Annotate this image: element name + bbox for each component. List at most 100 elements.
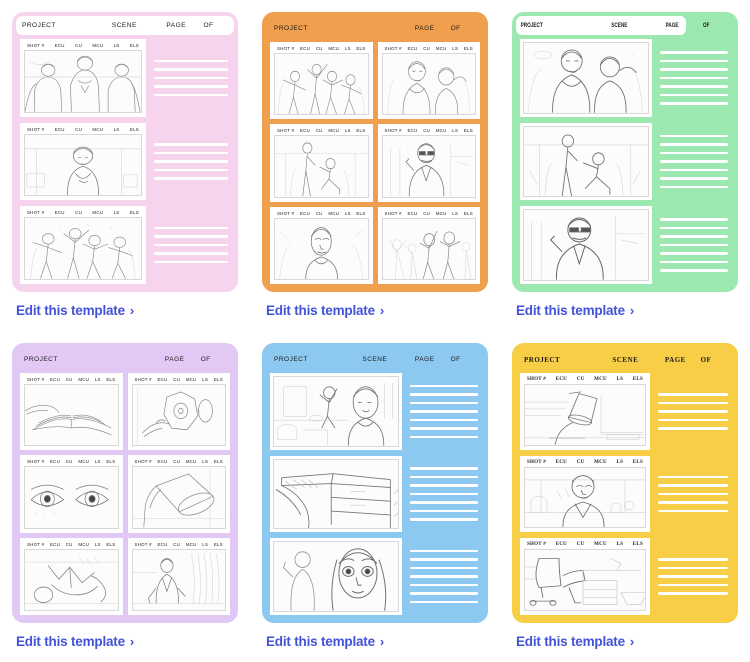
edit-template-link-green[interactable]: Edit this template ›	[512, 303, 738, 318]
edit-template-link-pink[interactable]: Edit this template ›	[12, 303, 238, 318]
shot-label: ELS	[356, 210, 366, 216]
shot-label: CU	[173, 459, 181, 465]
shot-label: LS	[616, 377, 624, 382]
shot-label: ECU	[407, 46, 418, 51]
shot-label: LS	[94, 541, 101, 547]
shot-label: LS	[616, 542, 624, 548]
storyboard-row: SHOT # ECU CU MCU LS ELS	[20, 206, 230, 285]
shot-label: MCU	[594, 542, 607, 548]
shot-label-strip: SHOT # ECU CU MCU LS ELS	[274, 210, 369, 218]
shot-label: MCU	[328, 46, 340, 51]
shot-label: MCU	[185, 459, 197, 465]
storyboard-row: SHOT # ECU CU MCU LS ELS	[520, 455, 730, 533]
shot-label: CU	[75, 126, 82, 132]
shot-label: CU	[576, 377, 585, 382]
shot-label: MCU	[78, 459, 90, 465]
shot-label: LS	[113, 210, 120, 216]
template-preview-orange: PROJECT PAGE OF SHOT # ECU CU MCU LS ELS	[262, 12, 488, 292]
template-card-pink[interactable]: PROJECT SCENE PAGE OF SHOT # ECU CU MCU …	[0, 0, 250, 331]
edit-template-label: Edit this template	[516, 634, 625, 649]
shot-label: ELS	[632, 459, 643, 465]
shot-label-strip: SHOT # ECU CU MCU LS ELS	[24, 376, 119, 384]
storyboard-row	[520, 122, 730, 201]
shot-label-strip: SHOT # ECU CU MCU LS ELS	[524, 541, 646, 549]
shot-label: MCU	[92, 43, 104, 48]
shot-label: ELS	[213, 541, 223, 547]
shot-label: SHOT #	[277, 210, 295, 216]
sketch-dancing-crowd	[24, 217, 142, 281]
header-field-page: PAGE	[164, 356, 185, 363]
storyboard-row	[270, 373, 480, 450]
storyboard-panel: SHOT # ECU CU MCU LS ELS	[270, 42, 373, 120]
shot-label: SHOT #	[27, 126, 45, 132]
notes-lines	[656, 538, 730, 615]
header-field-scene: SCENE	[362, 356, 388, 363]
shot-label: LS	[344, 128, 351, 134]
storyboard-panel: SHOT # ECU CU MCU LS ELS	[520, 455, 650, 533]
shot-label: ELS	[106, 541, 116, 547]
shot-label: CU	[75, 210, 82, 216]
shot-label-strip: SHOT # ECU CU MCU LS ELS	[382, 210, 477, 218]
shot-label: SHOT #	[527, 377, 547, 382]
storyboard-panel	[520, 39, 652, 117]
sheet-body-blue	[270, 373, 480, 616]
storyboard-row	[270, 455, 480, 533]
shot-label: LS	[616, 459, 624, 465]
shot-label: ECU	[54, 43, 65, 48]
shot-label: CU	[315, 128, 323, 134]
shot-label: ELS	[463, 210, 473, 216]
sketch-kitchen-argument	[273, 376, 399, 447]
edit-template-link-yellow[interactable]: Edit this template ›	[512, 634, 738, 649]
edit-template-link-blue[interactable]: Edit this template ›	[262, 634, 488, 649]
storyboard-row	[270, 538, 480, 616]
chevron-right-icon: ›	[629, 634, 635, 649]
shot-label: MCU	[328, 128, 340, 134]
sketch-proposal-kneeling	[274, 135, 369, 198]
shot-label: ELS	[106, 459, 116, 465]
shot-label: CU	[65, 541, 73, 547]
storyboard-panel: SHOT # ECU CU MCU LS ELS	[20, 122, 146, 201]
header-field-scene: SCENE	[611, 22, 628, 29]
template-card-lavender[interactable]: PROJECT PAGE OF SHOT # ECU CU MCU LS ELS	[0, 331, 250, 662]
storyboard-panel	[270, 538, 402, 616]
header-field-of: OF	[200, 356, 211, 363]
template-preview-blue: PROJECT SCENE PAGE OF	[262, 343, 488, 623]
storyboard-panel	[270, 373, 402, 450]
shot-label-strip: SHOT # ECU CU MCU LS ELS	[524, 459, 646, 467]
notes-lines	[408, 538, 480, 615]
sketch-alarm-clock-hand	[131, 384, 226, 447]
header-field-of: OF	[203, 22, 214, 29]
shot-label: SHOT #	[384, 46, 402, 51]
sheet-body-lavender: SHOT # ECU CU MCU LS ELS SHOT # ECU CU M…	[20, 373, 230, 615]
edit-template-label: Edit this template	[266, 303, 375, 318]
shot-label-strip: SHOT # ECU CU MCU LS ELS	[274, 45, 369, 53]
template-card-blue[interactable]: PROJECT SCENE PAGE OF Edit this template…	[250, 331, 500, 662]
edit-template-link-lavender[interactable]: Edit this template ›	[12, 634, 238, 649]
sheet-header-orange: PROJECT PAGE OF	[270, 19, 480, 38]
storyboard-panel: SHOT # ECU CU MCU LS ELS	[377, 42, 480, 120]
shot-label: ECU	[407, 128, 418, 134]
edit-template-link-orange[interactable]: Edit this template ›	[262, 303, 488, 318]
shot-label: MCU	[92, 210, 104, 216]
shot-label: ELS	[356, 46, 366, 51]
template-preview-yellow: PROJECT SCENE PAGE OF SHOT # ECU CU MCU …	[512, 343, 738, 623]
template-card-green[interactable]: PROJECT SCENE PAGE OF Edit this template…	[500, 0, 750, 331]
shot-label: CU	[173, 377, 181, 382]
shot-label: ECU	[300, 210, 311, 216]
storyboard-panel	[270, 455, 402, 533]
shot-label: SHOT #	[27, 459, 45, 465]
chevron-right-icon: ›	[379, 634, 385, 649]
template-card-yellow[interactable]: PROJECT SCENE PAGE OF SHOT # ECU CU MCU …	[500, 331, 750, 662]
storyboard-row	[520, 206, 730, 285]
shot-label: LS	[113, 43, 120, 48]
shot-label: LS	[344, 46, 351, 51]
template-card-orange[interactable]: PROJECT PAGE OF SHOT # ECU CU MCU LS ELS	[250, 0, 500, 331]
shot-label: ELS	[213, 459, 223, 465]
notes-lines	[658, 39, 730, 117]
shot-label: LS	[452, 46, 459, 51]
header-field-page: PAGE	[664, 355, 686, 364]
shot-label: CU	[173, 541, 181, 547]
shot-label: MCU	[435, 210, 447, 216]
shot-label: SHOT #	[527, 459, 547, 465]
sheet-header-green: PROJECT SCENE PAGE OF	[516, 16, 710, 35]
